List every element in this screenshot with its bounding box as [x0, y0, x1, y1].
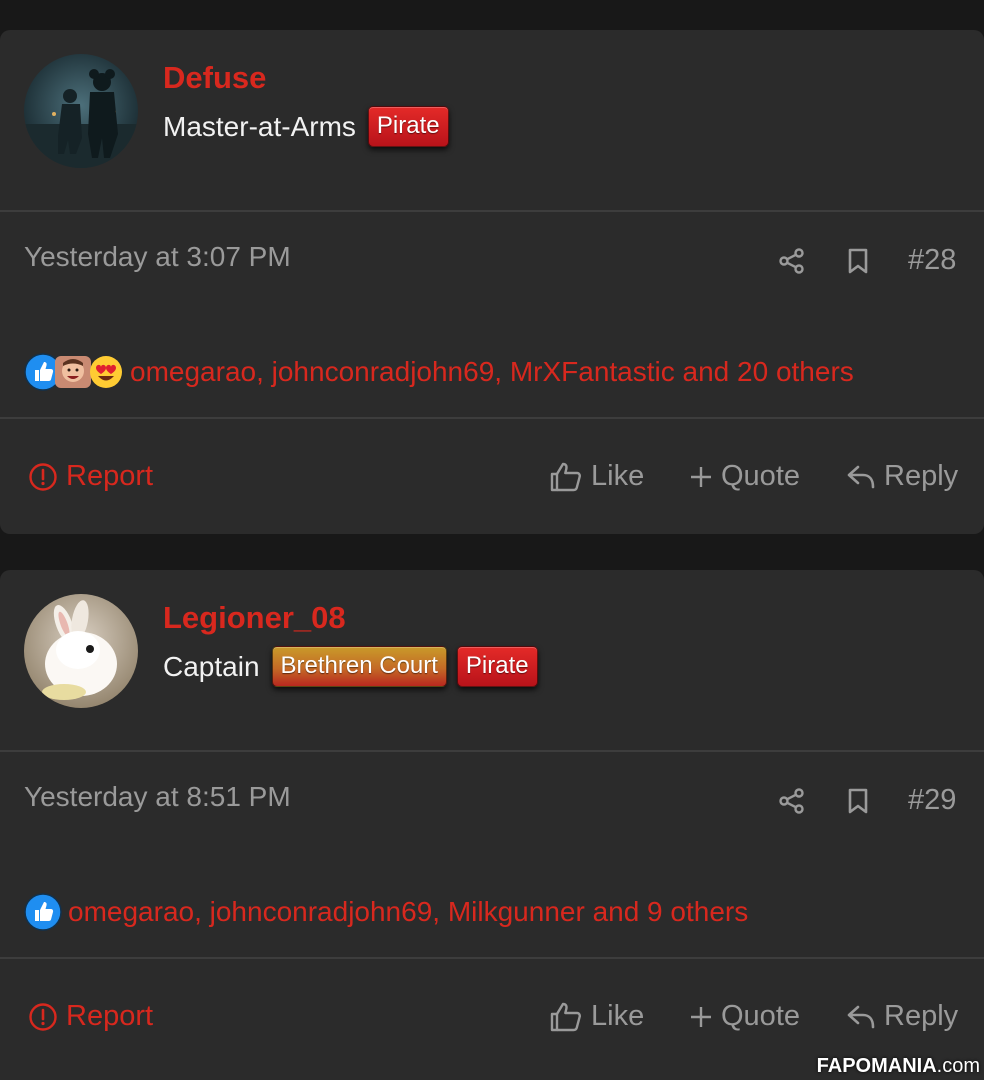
user-title: Captain	[163, 650, 260, 682]
divider	[0, 417, 984, 419]
post-timestamp[interactable]: Yesterday at 8:51 PM	[24, 781, 291, 813]
reactions-bar[interactable]: omegarao, johnconradjohn69, Milkgunner a…	[24, 892, 748, 932]
like-button[interactable]: Like	[549, 1000, 644, 1033]
post-timestamp[interactable]: Yesterday at 3:07 PM	[24, 241, 291, 273]
reply-icon	[847, 1005, 875, 1028]
divider	[0, 750, 984, 752]
love-eyes-reaction-icon	[90, 356, 122, 388]
share-icon[interactable]	[778, 787, 806, 815]
reaction-users-link[interactable]: omegarao, johnconradjohn69, MrXFantastic…	[130, 356, 854, 388]
user-banner-pirate: Pirate	[367, 106, 449, 147]
reactions-bar[interactable]: omegarao, johnconradjohn69, MrXFantastic…	[24, 352, 854, 392]
thumbs-up-icon	[550, 1002, 581, 1031]
username[interactable]: Defuse	[163, 60, 266, 96]
like-reaction-icon	[24, 893, 62, 931]
like-button[interactable]: Like	[549, 460, 644, 493]
reply-button[interactable]: Reply	[846, 460, 958, 493]
watermark-brand: FAPOMANIA	[816, 1055, 937, 1077]
plus-icon	[691, 1006, 711, 1027]
quote-button[interactable]: Quote	[689, 1000, 800, 1033]
bookmark-icon[interactable]	[846, 787, 870, 815]
share-icon[interactable]	[778, 247, 806, 275]
watermark-tld: .com	[936, 1055, 980, 1077]
thumbs-up-icon	[550, 462, 581, 491]
site-watermark: FAPOMANIA.com	[817, 1055, 980, 1078]
like-label: Like	[591, 1000, 645, 1032]
report-label: Report	[66, 460, 154, 492]
report-button[interactable]: Report	[28, 460, 153, 493]
alert-circle-icon	[29, 1002, 57, 1031]
bookmark-icon[interactable]	[846, 247, 870, 275]
quote-label: Quote	[721, 1000, 800, 1032]
quote-label: Quote	[721, 460, 800, 492]
reply-label: Reply	[884, 1000, 959, 1032]
reaction-users-link[interactable]: omegarao, johnconradjohn69, Milkgunner a…	[68, 896, 748, 928]
post-number-link[interactable]: #29	[908, 784, 956, 817]
post-29: Legioner_08 Captain Brethren Court Pirat…	[0, 570, 984, 1080]
reply-label: Reply	[884, 460, 959, 492]
reply-icon	[847, 465, 875, 488]
post-actions: Report Like Quote Reply	[0, 988, 984, 1048]
user-title: Master-at-Arms	[163, 110, 356, 142]
alert-circle-icon	[29, 462, 57, 491]
avatar[interactable]	[24, 594, 138, 708]
avatar[interactable]	[24, 54, 138, 168]
user-title-row: Master-at-Arms Pirate	[163, 106, 449, 147]
divider	[0, 957, 984, 959]
divider	[0, 210, 984, 212]
report-label: Report	[66, 1000, 154, 1032]
haha-reaction-icon	[55, 356, 91, 388]
quote-button[interactable]: Quote	[689, 460, 800, 493]
post-actions: Report Like Quote Reply	[0, 448, 984, 508]
reply-button[interactable]: Reply	[846, 1000, 958, 1033]
post-28: Defuse Master-at-Arms Pirate Yesterday a…	[0, 30, 984, 534]
user-banner-brethren-court: Brethren Court	[271, 646, 447, 687]
report-button[interactable]: Report	[28, 1000, 153, 1033]
plus-icon	[691, 466, 711, 487]
user-banner-pirate: Pirate	[456, 646, 538, 687]
like-label: Like	[591, 460, 645, 492]
post-number-link[interactable]: #28	[908, 244, 956, 277]
username[interactable]: Legioner_08	[163, 600, 346, 636]
user-title-row: Captain Brethren Court Pirate	[163, 646, 538, 687]
